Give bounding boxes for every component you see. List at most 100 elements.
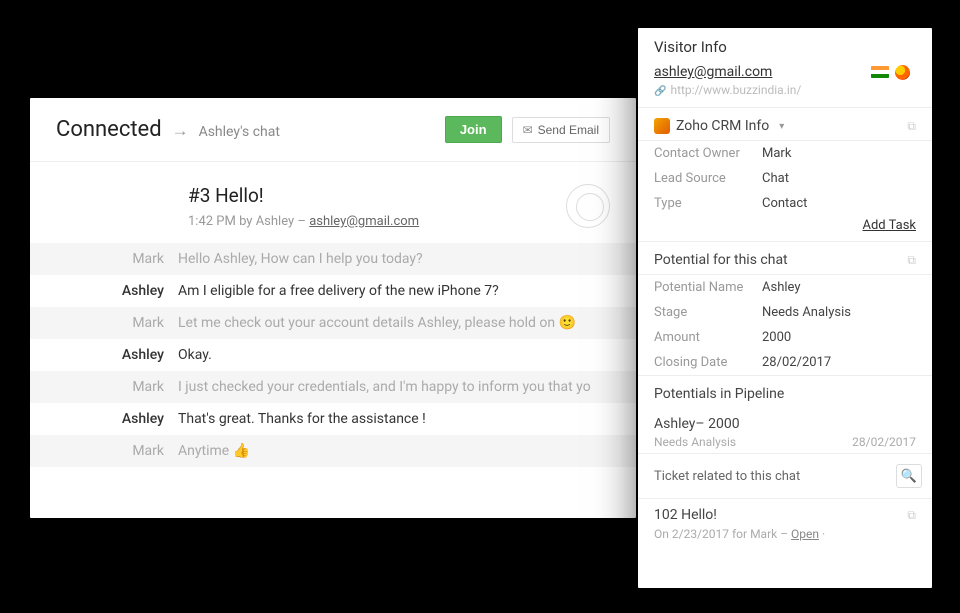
chat-body: #3 Hello! 1:42 PM by Ashley – ashley@gma…: [30, 162, 636, 467]
message-row: AshleyOkay.: [30, 339, 636, 371]
message-sender: Mark: [30, 379, 178, 395]
chevron-down-icon: ▾: [779, 121, 784, 132]
chat-author-email[interactable]: ashley@gmail.com: [309, 214, 419, 229]
message-row: AshleyAm I eligible for a free delivery …: [30, 275, 636, 307]
connection-status: Connected: [56, 117, 162, 142]
chat-header-title-group: Connected → Ashley's chat: [56, 117, 280, 142]
ticket-item[interactable]: 102 Hello! ⧉ On 2/23/2017 for Mark – Ope…: [638, 499, 932, 553]
crm-rows: Contact OwnerMarkLead SourceChatTypeCont…: [638, 141, 932, 216]
firefox-icon: [895, 65, 910, 80]
message-sender: Ashley: [30, 283, 178, 299]
info-row: Potential NameAshley: [638, 275, 932, 300]
crm-section-header[interactable]: Zoho CRM Info ▾ ⧉: [638, 107, 932, 141]
message-text: That's great. Thanks for the assistance …: [178, 411, 614, 427]
message-row: MarkI just checked your credentials, and…: [30, 371, 636, 403]
popout-icon[interactable]: ⧉: [907, 508, 916, 523]
pipeline-stage: Needs Analysis: [654, 435, 736, 449]
visitor-info-panel: Visitor Info ashley@gmail.com http://www…: [638, 28, 932, 588]
ticket-for: for: [732, 527, 747, 541]
link-icon: [654, 83, 666, 97]
message-row: MarkAnytime 👍: [30, 435, 636, 467]
pipeline-section-header: Potentials in Pipeline: [638, 375, 932, 408]
info-value: 28/02/2017: [762, 355, 831, 370]
info-row: StageNeeds Analysis: [638, 300, 932, 325]
arrow-icon: →: [172, 121, 189, 141]
info-label: Amount: [654, 330, 762, 345]
ticket-title: 102 Hello!: [654, 507, 717, 523]
send-email-label: Send Email: [538, 123, 599, 137]
potential-heading: Potential for this chat: [654, 252, 788, 268]
chat-header: Connected → Ashley's chat Join ✉ Send Em…: [30, 98, 636, 162]
message-sender: Ashley: [30, 411, 178, 427]
chat-time: 1:42 PM: [188, 214, 236, 229]
info-label: Closing Date: [654, 355, 762, 370]
info-row: Lead SourceChat: [638, 166, 932, 191]
message-text: Let me check out your account details As…: [178, 315, 614, 331]
message-sender: Mark: [30, 251, 178, 267]
info-row: Contact OwnerMark: [638, 141, 932, 166]
ticket-date: 2/23/2017: [672, 527, 729, 541]
info-label: Potential Name: [654, 280, 762, 295]
ticket-on: On: [654, 527, 669, 541]
info-label: Contact Owner: [654, 146, 762, 161]
by-prefix: by: [239, 214, 252, 229]
ticket-status[interactable]: Open: [791, 527, 819, 541]
chat-header-actions: Join ✉ Send Email: [445, 116, 610, 143]
sep: –: [297, 214, 306, 229]
info-value: Ashley: [762, 280, 800, 295]
join-button[interactable]: Join: [445, 116, 502, 143]
chat-byline: 1:42 PM by Ashley – ashley@gmail.com: [188, 214, 608, 229]
chat-subject-block: #3 Hello! 1:42 PM by Ashley – ashley@gma…: [30, 184, 636, 243]
popout-icon[interactable]: ⧉: [907, 119, 916, 134]
info-label: Lead Source: [654, 171, 762, 186]
info-value: Needs Analysis: [762, 305, 851, 320]
visitor-url-row: http://www.buzzindia.in/: [654, 83, 916, 97]
add-task-link[interactable]: Add Task: [862, 218, 916, 233]
popout-icon[interactable]: ⧉: [907, 253, 916, 268]
crm-icon: [654, 118, 670, 134]
message-text: Am I eligible for a free delivery of the…: [178, 283, 614, 299]
pipeline-heading: Potentials in Pipeline: [654, 386, 784, 402]
message-text: Okay.: [178, 347, 614, 363]
avatar: [566, 184, 610, 228]
message-row: MarkHello Ashley, How can I help you tod…: [30, 243, 636, 275]
info-row: TypeContact: [638, 191, 932, 216]
info-row: Amount2000: [638, 325, 932, 350]
info-value: Chat: [762, 171, 789, 186]
visitor-email-row: ashley@gmail.com: [654, 64, 916, 80]
message-sender: Ashley: [30, 347, 178, 363]
message-sender: Mark: [30, 315, 178, 331]
ticket-assignee: Mark: [750, 527, 777, 541]
info-value: Contact: [762, 196, 807, 211]
info-value: Mark: [762, 146, 791, 161]
visitor-info-section: Visitor Info ashley@gmail.com http://www…: [638, 28, 932, 107]
info-label: Type: [654, 196, 762, 211]
crm-heading: Zoho CRM Info: [676, 118, 769, 134]
pipeline-title: Ashley– 2000: [654, 416, 916, 432]
search-icon: 🔍: [901, 469, 917, 484]
visitor-email[interactable]: ashley@gmail.com: [654, 64, 772, 80]
chat-panel: Connected → Ashley's chat Join ✉ Send Em…: [30, 98, 636, 518]
visitor-info-heading: Visitor Info: [654, 38, 916, 56]
ticket-search-button[interactable]: 🔍: [896, 464, 922, 488]
visitor-meta-icons: [871, 65, 916, 80]
info-label: Stage: [654, 305, 762, 320]
ticket-section-header: Ticket related to this chat 🔍: [638, 453, 932, 499]
envelope-icon: ✉: [523, 123, 533, 137]
message-row: AshleyThat's great. Thanks for the assis…: [30, 403, 636, 435]
message-row: MarkLet me check out your account detail…: [30, 307, 636, 339]
message-text: Hello Ashley, How can I help you today?: [178, 251, 614, 267]
ticket-heading: Ticket related to this chat: [654, 469, 800, 484]
message-sender: Mark: [30, 443, 178, 459]
chat-subject: #3 Hello!: [188, 184, 608, 207]
chat-name: Ashley's chat: [199, 124, 280, 140]
pipeline-date: 28/02/2017: [852, 435, 916, 449]
ticket-dot: ·: [822, 527, 825, 541]
india-flag-icon: [871, 66, 889, 78]
message-text: Anytime 👍: [178, 443, 614, 459]
potential-section-header: Potential for this chat ⧉: [638, 241, 932, 275]
visitor-url: http://www.buzzindia.in/: [670, 83, 801, 97]
send-email-button[interactable]: ✉ Send Email: [512, 117, 610, 143]
potential-rows: Potential NameAshleyStageNeeds AnalysisA…: [638, 275, 932, 375]
pipeline-item[interactable]: Ashley– 2000 Needs Analysis 28/02/2017: [638, 408, 932, 453]
